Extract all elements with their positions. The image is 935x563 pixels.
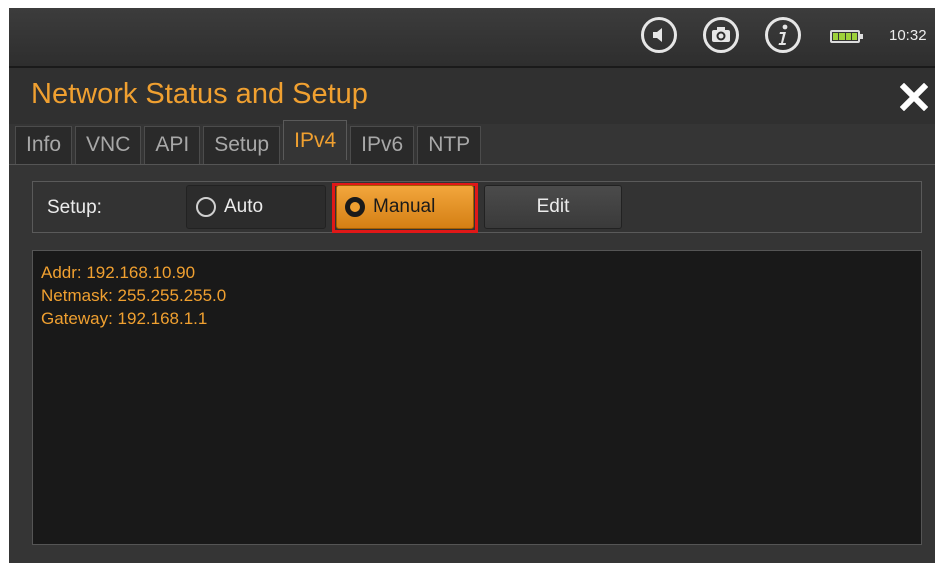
tab-setup[interactable]: Setup <box>203 126 281 164</box>
address-line: Addr: 192.168.10.90 <box>41 263 196 282</box>
auto-label: Auto <box>224 196 264 217</box>
tab-bar: Info VNC API Setup IPv4 IPv6 NTP <box>15 120 482 164</box>
speaker-icon[interactable] <box>641 17 677 53</box>
tab-divider <box>9 164 935 165</box>
network-info-panel: Addr: 192.168.10.90 Netmask: 255.255.255… <box>32 250 922 545</box>
clock: 10:32 <box>889 27 927 44</box>
page-title: Network Status and Setup <box>31 78 368 110</box>
close-icon[interactable] <box>897 80 931 114</box>
setup-label: Setup: <box>47 197 102 218</box>
tab-ntp[interactable]: NTP <box>417 126 482 164</box>
camera-icon[interactable] <box>703 17 739 53</box>
radio-selected-icon <box>345 197 365 217</box>
edit-label: Edit <box>536 196 570 217</box>
info-icon[interactable] <box>765 17 801 53</box>
auto-radio-button[interactable]: Auto <box>186 185 326 229</box>
gateway-line: Gateway: 192.168.1.1 <box>41 309 208 328</box>
battery-icon <box>830 30 863 43</box>
tab-info[interactable]: Info <box>15 126 73 164</box>
device-screen: 10:32 Network Status and Setup Info VNC … <box>9 8 935 563</box>
manual-label: Manual <box>373 196 436 217</box>
setup-row: Setup: Auto Manual Edit <box>32 181 922 233</box>
netmask-line: Netmask: 255.255.255.0 <box>41 286 227 305</box>
tab-api[interactable]: API <box>144 126 201 164</box>
manual-radio-button[interactable]: Manual <box>336 185 474 229</box>
edit-button[interactable]: Edit <box>484 185 622 229</box>
tab-vnc[interactable]: VNC <box>75 126 142 164</box>
radio-unselected-icon <box>196 197 216 217</box>
dialog-header: Network Status and Setup <box>9 68 935 124</box>
status-bar: 10:32 <box>9 8 935 68</box>
tab-ipv4[interactable]: IPv4 <box>283 120 348 160</box>
tab-ipv6[interactable]: IPv6 <box>350 126 415 164</box>
